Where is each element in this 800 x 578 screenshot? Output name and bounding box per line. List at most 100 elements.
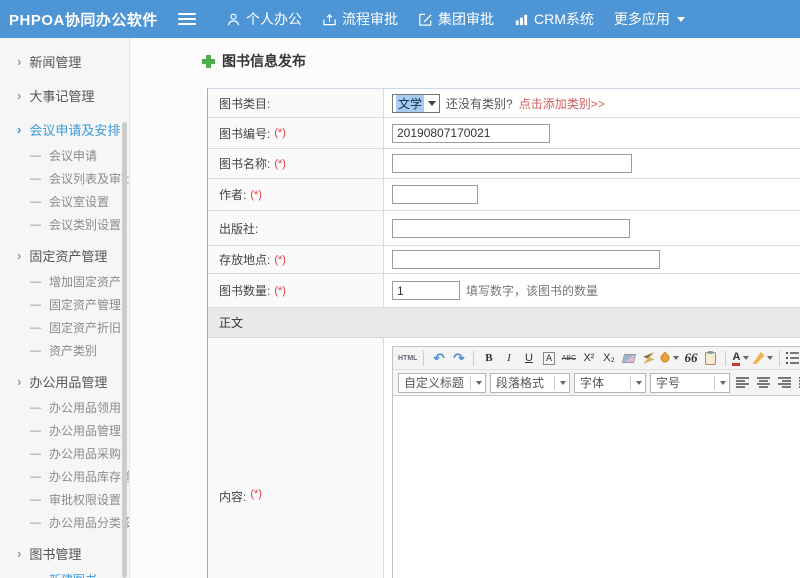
paint-format-button[interactable] [660, 349, 679, 367]
sidebar-item-label: 资产类别 [49, 342, 97, 359]
align-right-button[interactable] [776, 374, 793, 392]
field-label-text: 作者: [219, 186, 246, 203]
remove-format-button[interactable] [620, 349, 637, 367]
field-value [384, 211, 800, 245]
caret-down-icon [767, 356, 773, 360]
sidebar-item-label: 会议室设置 [49, 193, 109, 210]
chevron-right-icon: › [17, 88, 21, 103]
sidebar-item-new-book[interactable]: —新建图书 [0, 568, 129, 578]
sidebar-item[interactable]: —办公用品分类设置 [0, 511, 129, 534]
sidebar-group-events[interactable]: ›大事记管理 [0, 80, 129, 110]
sidebar-item[interactable]: —办公用品库存管理 [0, 465, 129, 488]
paste-text-button[interactable] [702, 349, 719, 367]
app-window: PHPOA协同办公软件 个人办公 流程审批 集团审批 CRM系统 更多应用 [0, 0, 800, 578]
superscript-button[interactable]: X² [580, 349, 597, 367]
italic-button[interactable]: I [500, 349, 517, 367]
sidebar-group-news[interactable]: › 新闻管理 [0, 46, 129, 76]
sidebar-item[interactable]: —会议列表及审批 [0, 167, 129, 190]
font-size-dropdown[interactable]: 字号 [650, 373, 730, 393]
publisher-input[interactable] [392, 219, 630, 238]
bold-button[interactable]: B [480, 349, 497, 367]
paste-icon [705, 352, 716, 365]
font-color-button[interactable]: A [732, 349, 749, 367]
font-family-dropdown[interactable]: 字体 [574, 373, 646, 393]
nav-crm-system[interactable]: CRM系统 [514, 9, 594, 29]
book-category-select[interactable]: 文学 [392, 94, 440, 113]
custom-title-dropdown[interactable]: 自定义标题 [398, 373, 486, 393]
align-left-button[interactable] [734, 374, 751, 392]
sidebar-group-meetings[interactable]: ›会议申请及安排 [0, 114, 129, 144]
dash-icon: — [30, 345, 41, 357]
sidebar-item[interactable]: —会议室设置 [0, 190, 129, 213]
add-category-link[interactable]: 点击添加类别>> [519, 95, 605, 112]
sidebar-item[interactable]: —固定资产管理 [0, 293, 129, 316]
dash-icon: — [30, 494, 41, 506]
ordered-list-button[interactable] [786, 349, 800, 367]
editor-content-area[interactable] [393, 396, 800, 578]
strikethrough-button[interactable]: ABC [560, 349, 577, 367]
field-label: 存放地点: (*) [208, 246, 384, 273]
caret-down-icon [743, 356, 749, 360]
dash-icon: — [30, 276, 41, 288]
chevron-right-icon: › [17, 54, 21, 69]
font-style-button[interactable]: A [540, 349, 557, 367]
field-label: 图书类目: [208, 89, 384, 117]
sidebar-item[interactable]: —办公用品领用 [0, 396, 129, 419]
sidebar-item[interactable]: —会议类别设置 [0, 213, 129, 236]
field-label: 图书数量: (*) [208, 274, 384, 307]
sidebar-item[interactable]: —审批权限设置 [0, 488, 129, 511]
toolbar-separator [423, 351, 424, 366]
sidebar-item-label: 固定资产折旧 [49, 319, 121, 336]
subscript-button[interactable]: X₂ [600, 349, 617, 367]
form-row-publisher: 出版社: [208, 211, 800, 246]
sidebar-item-label: 办公用品管理 [49, 422, 121, 439]
redo-icon[interactable]: ↷ [450, 349, 467, 367]
sidebar-group-label: 新闻管理 [29, 52, 81, 71]
nav-personal-office[interactable]: 个人办公 [226, 9, 302, 29]
field-label: 作者: (*) [208, 179, 384, 210]
font-color-icon: A [732, 351, 740, 366]
clear-doc-button[interactable] [640, 349, 657, 367]
field-label: 出版社: [208, 211, 384, 245]
form-row-quantity: 图书数量: (*) 填写数字，该图书的数量 [208, 274, 800, 308]
nav-workflow-approval[interactable]: 流程审批 [322, 9, 398, 29]
sidebar-item[interactable]: —固定资产折旧 [0, 316, 129, 339]
nav-group-approval[interactable]: 集团审批 [418, 9, 494, 29]
sidebar-scrollbar[interactable] [122, 122, 127, 578]
top-nav: 个人办公 流程审批 集团审批 CRM系统 更多应用 [226, 9, 685, 29]
sidebar-item[interactable]: —办公用品管理 [0, 419, 129, 442]
author-input[interactable] [392, 185, 478, 204]
toolbar-separator [779, 351, 780, 366]
html-source-button[interactable]: HTML [398, 349, 417, 367]
nav-more-apps[interactable]: 更多应用 [614, 9, 685, 29]
location-input[interactable] [392, 250, 660, 269]
align-left-icon [736, 377, 749, 388]
sidebar-item[interactable]: — 资产类别 [0, 339, 129, 362]
paragraph-format-dropdown[interactable]: 段落格式 [490, 373, 570, 393]
chevron-right-icon: › [17, 248, 21, 263]
align-center-button[interactable] [755, 374, 772, 392]
caret-down-icon [720, 381, 726, 385]
sidebar-group-label: 固定资产管理 [29, 246, 107, 265]
marker-icon [752, 352, 764, 364]
book-name-input[interactable] [392, 154, 632, 173]
sidebar-item[interactable]: —办公用品采购 [0, 442, 129, 465]
sidebar-group-books[interactable]: ›图书管理 [0, 538, 129, 568]
chevron-right-icon: › [17, 122, 21, 137]
sidebar-group-label: 图书管理 [29, 544, 81, 563]
boxed-a-icon: A [543, 352, 555, 365]
highlight-color-button[interactable] [752, 349, 773, 367]
user-icon [226, 12, 241, 27]
sidebar-item[interactable]: —会议申请 [0, 144, 129, 167]
sidebar-group-fixed-assets[interactable]: › 固定资产管理 [0, 240, 129, 270]
undo-icon[interactable]: ↶ [430, 349, 447, 367]
sidebar-group-office-supplies[interactable]: ›办公用品管理 [0, 366, 129, 396]
sidebar-item[interactable]: —增加固定资产 [0, 270, 129, 293]
workflow-icon [322, 12, 337, 27]
menu-icon[interactable] [178, 13, 196, 25]
blockquote-button[interactable]: 66 [682, 349, 699, 367]
rich-text-editor: HTML ↶ ↷ B I U A ABC X² X₂ [392, 346, 800, 578]
book-number-input[interactable] [392, 124, 550, 143]
quantity-input[interactable] [392, 281, 460, 300]
underline-button[interactable]: U [520, 349, 537, 367]
